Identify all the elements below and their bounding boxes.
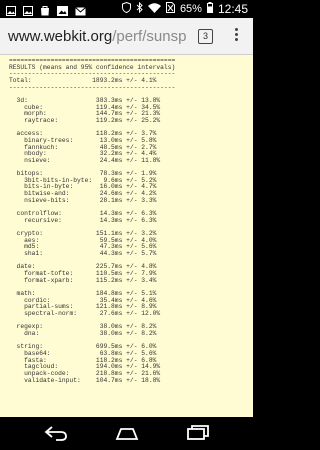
wifi-icon — [147, 2, 161, 16]
results-output: ========================================… — [0, 55, 253, 384]
result-row: nsieve: 24.4ms +/- 11.8% — [9, 156, 161, 164]
browser-toolbar: www.webkit.org/perf/sunspider 3 — [0, 18, 253, 55]
result-row: format-xparb: 115.2ms +/- 3.4% — [9, 276, 157, 284]
results-page: ========================================… — [0, 55, 253, 417]
battery-icon — [206, 2, 213, 16]
shield-icon — [121, 1, 131, 16]
clock: 12:45 — [217, 2, 248, 16]
result-row: spectral-norm: 27.6ms +/- 12.0% — [9, 309, 161, 317]
back-icon[interactable] — [44, 425, 68, 446]
results-rows: 3d: 383.3ms +/- 13.8% cube: 119.4ms +/- … — [9, 97, 161, 384]
result-row: recursive: 14.3ms +/- 6.3% — [9, 216, 157, 224]
bluetooth-icon — [136, 1, 143, 16]
overflow-menu-icon[interactable] — [233, 28, 239, 46]
url-bar[interactable]: www.webkit.org/perf/sunspider — [8, 26, 186, 48]
recents-icon[interactable] — [186, 425, 210, 446]
url-domain: www.webkit.org — [8, 28, 113, 45]
tab-switcher-button[interactable]: 3 — [198, 29, 213, 44]
separator-line: ----------------------------------------… — [9, 83, 176, 91]
result-row: nsieve-bits: 28.1ms +/- 3.3% — [9, 196, 157, 204]
result-row: raytrace: 119.2ms +/- 25.2% — [9, 116, 161, 124]
result-row: validate-input: 104.7ms +/- 18.8% — [9, 376, 161, 384]
result-row: dna: 38.0ms +/- 8.2% — [9, 329, 157, 337]
navigation-bar — [0, 417, 253, 450]
no-sim-icon — [165, 2, 175, 16]
result-row: sha1: 44.3ms +/- 5.7% — [9, 250, 157, 258]
home-icon[interactable] — [115, 425, 139, 446]
battery-percent: 65% — [179, 3, 202, 15]
status-bar: 65% 12:45 — [0, 0, 253, 18]
url-path: /perf/sunspider — [112, 28, 186, 45]
